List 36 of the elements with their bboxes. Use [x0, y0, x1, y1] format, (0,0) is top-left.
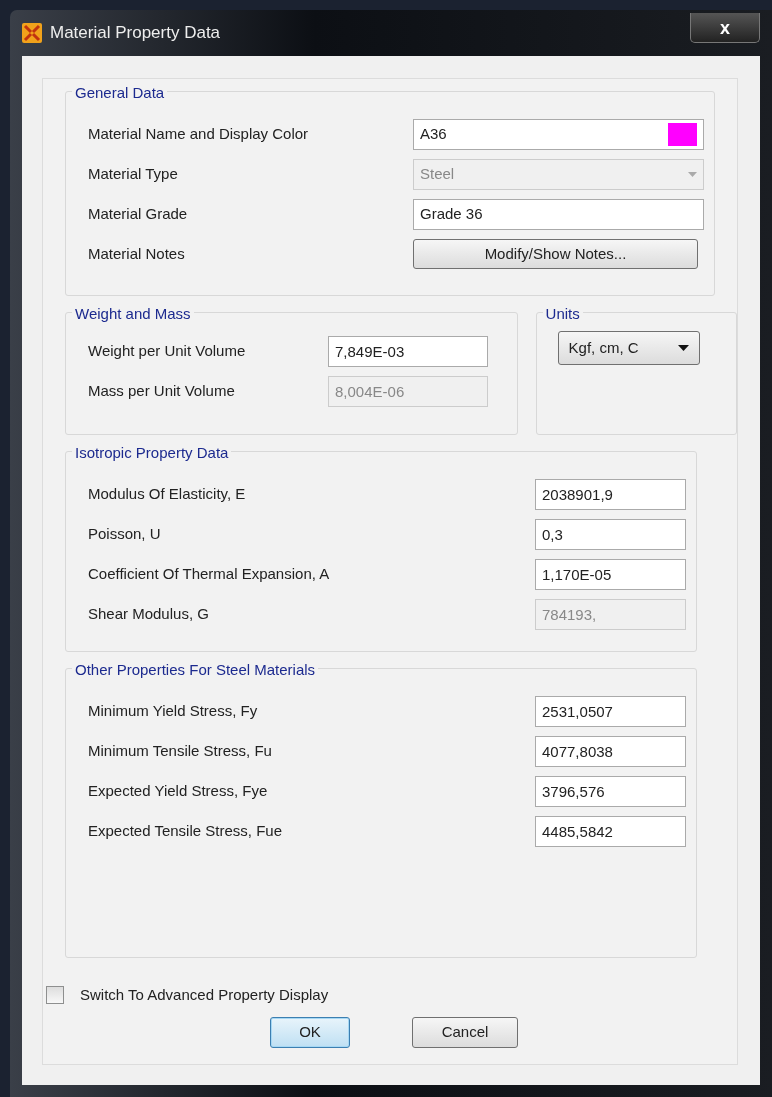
text-field[interactable]: 2038901,9 — [535, 478, 686, 510]
field-label: Shear Modulus, G — [88, 603, 210, 624]
text-field[interactable]: 0,3 — [535, 518, 686, 550]
app-icon — [22, 23, 42, 43]
field-label: Material Notes — [88, 243, 186, 264]
notes-button[interactable]: Modify/Show Notes... — [413, 239, 698, 269]
text-field[interactable]: 3796,576 — [535, 775, 686, 807]
field-label: Weight per Unit Volume — [88, 340, 247, 361]
checkbox-label: Switch To Advanced Property Display — [80, 985, 329, 1005]
text-field[interactable]: A36 — [413, 118, 704, 150]
field-label: Minimum Tensile Stress, Fu — [88, 740, 273, 761]
text-field[interactable]: 4077,8038 — [535, 735, 686, 767]
text-field[interactable]: 1,170E-05 — [535, 558, 686, 590]
field-label: Modulus Of Elasticity, E — [88, 483, 247, 504]
caret-icon — [677, 345, 689, 351]
field-label: Poisson, U — [88, 523, 162, 544]
text-field[interactable]: Grade 36 — [413, 198, 704, 230]
text-field[interactable]: 7,849E-03 — [328, 335, 488, 367]
field-label: Expected Yield Stress, Fye — [88, 780, 269, 801]
close-button[interactable]: x — [690, 13, 760, 43]
text-field[interactable]: 4485,5842 — [535, 815, 686, 847]
field-label: Coefficient Of Thermal Expansion, A — [88, 563, 331, 584]
units-dropdown[interactable]: Kgf, cm, C — [557, 331, 700, 365]
window-title: Material Property Data — [50, 22, 221, 45]
field-label: Material Name and Display Color — [88, 123, 310, 144]
color-swatch[interactable] — [668, 122, 697, 146]
field-label: Mass per Unit Volume — [88, 380, 236, 401]
field-label: Material Grade — [88, 203, 189, 224]
cancel-button[interactable]: Cancel — [412, 1016, 518, 1048]
field-label: Minimum Yield Stress, Fy — [88, 700, 259, 721]
field-label: Material Type — [88, 163, 179, 184]
caret-icon — [688, 171, 697, 177]
field-label: Expected Tensile Stress, Fue — [88, 820, 283, 841]
text-field[interactable]: 2531,0507 — [535, 695, 686, 727]
ok-button[interactable]: OK — [270, 1016, 350, 1048]
checkbox[interactable] — [46, 986, 64, 1005]
